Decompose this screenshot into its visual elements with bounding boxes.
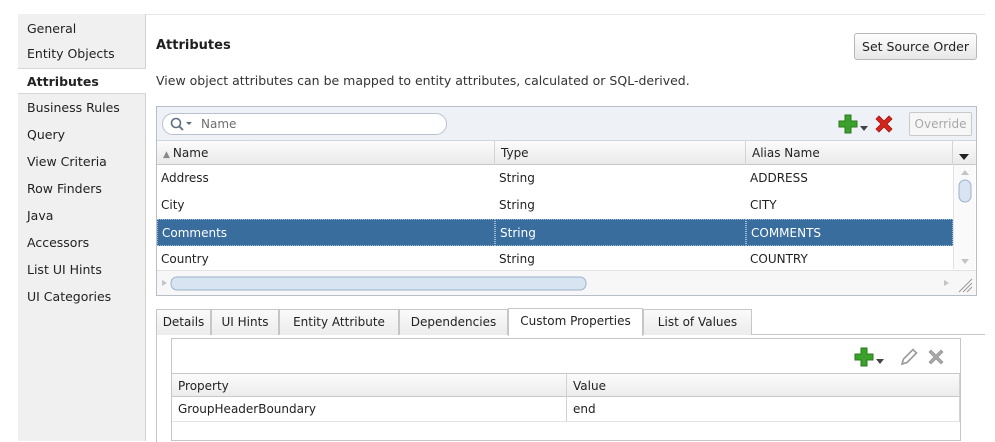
plus-icon[interactable] — [854, 347, 874, 370]
delete-icon[interactable] — [873, 113, 895, 138]
table-row-selected[interactable]: Comments String COMMENTS — [157, 219, 953, 246]
nav-item-business-rules[interactable]: Business Rules — [18, 95, 146, 121]
sort-ascending-icon: ▲ — [163, 150, 170, 160]
cell-type: String — [499, 198, 535, 212]
tab-dependencies[interactable]: Dependencies — [399, 309, 508, 335]
nav-item-view-criteria[interactable]: View Criteria — [18, 149, 146, 175]
column-header-property[interactable]: Property — [172, 373, 567, 397]
cell-name: City — [161, 198, 185, 212]
tab-custom-properties[interactable]: Custom Properties — [508, 308, 643, 336]
nav-item-general[interactable]: General — [18, 16, 146, 42]
page-description: View object attributes can be mapped to … — [156, 73, 690, 88]
tab-entity-attribute[interactable]: Entity Attribute — [279, 309, 399, 335]
plus-icon[interactable] — [838, 114, 858, 137]
pencil-icon[interactable] — [899, 347, 919, 370]
search-icon[interactable] — [169, 116, 199, 132]
cell-type: String — [499, 252, 535, 266]
nav-item-list-ui-hints[interactable]: List UI Hints — [18, 257, 146, 283]
search-input[interactable] — [201, 115, 441, 133]
column-header-name[interactable]: ▲ Name — [157, 141, 495, 165]
chevron-down-icon[interactable] — [876, 354, 884, 368]
tab-list-of-values[interactable]: List of Values — [643, 309, 752, 335]
attributes-table: Override ▲Name Type Alias Name Address S… — [156, 106, 977, 296]
nav-item-row-finders[interactable]: Row Finders — [18, 176, 146, 202]
page-title: Attributes — [156, 38, 231, 53]
column-header-type[interactable]: Type — [495, 141, 746, 165]
cell-type: String — [495, 219, 746, 246]
column-header-value[interactable]: Value — [567, 373, 960, 397]
nav-item-attributes[interactable]: Attributes — [18, 68, 147, 94]
tab-ui-hints[interactable]: UI Hints — [211, 309, 279, 335]
cell-name: Country — [161, 252, 209, 266]
column-menu-icon[interactable] — [959, 150, 969, 164]
attributes-table-header: ▲ Name Type Alias Name — [157, 141, 976, 165]
cell-alias: COMMENTS — [746, 219, 953, 246]
override-button[interactable]: Override — [909, 112, 972, 136]
tab-details[interactable]: Details — [156, 309, 211, 335]
custom-properties-table: Property Value GroupHeaderBoundary end — [171, 338, 961, 441]
nav-item-entity-objects[interactable]: Entity Objects — [18, 41, 146, 67]
table-row[interactable]: City String CITY — [157, 192, 953, 219]
attributes-toolbar: Override — [157, 107, 976, 141]
set-source-order-button[interactable]: Set Source Order — [854, 33, 977, 60]
delete-icon[interactable] — [926, 347, 946, 370]
cell-alias: CITY — [750, 198, 777, 212]
search-field[interactable] — [162, 113, 447, 135]
cell-name: Address — [161, 171, 209, 185]
cell-value[interactable]: end — [567, 397, 960, 422]
nav-item-java[interactable]: Java — [18, 203, 146, 229]
cell-alias: COUNTRY — [750, 252, 808, 266]
table-row[interactable]: Address String ADDRESS — [157, 165, 953, 192]
cell-name: Comments — [157, 219, 495, 246]
cell-type: String — [499, 171, 535, 185]
chevron-down-icon[interactable] — [860, 121, 868, 135]
navigation-panel: General Entity Objects Attributes Busine… — [18, 14, 147, 441]
cell-property[interactable]: GroupHeaderBoundary — [172, 397, 567, 422]
horizontal-scrollbar[interactable] — [157, 270, 976, 295]
nav-item-ui-categories[interactable]: UI Categories — [18, 284, 146, 310]
column-header-alias-name[interactable]: Alias Name — [746, 141, 953, 165]
nav-item-query[interactable]: Query — [18, 122, 146, 148]
table-row[interactable]: Country String COUNTRY — [157, 246, 953, 270]
cell-alias: ADDRESS — [750, 171, 808, 185]
vertical-scrollbar[interactable] — [953, 165, 975, 269]
nav-item-accessors[interactable]: Accessors — [18, 230, 146, 256]
